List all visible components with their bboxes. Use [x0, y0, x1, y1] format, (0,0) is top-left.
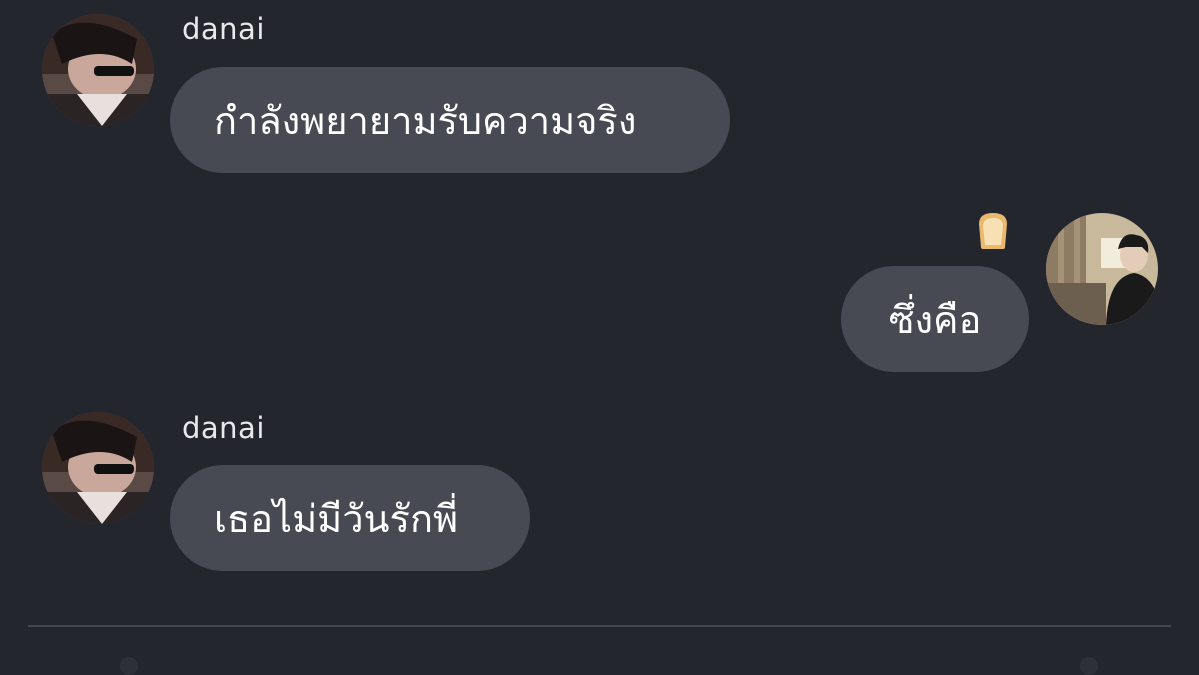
bread-icon[interactable]	[974, 210, 1012, 250]
message-text: เธอไม่มีวันรักพี่	[214, 496, 458, 541]
sender-name: danai	[182, 411, 265, 445]
cut-off-content	[1080, 657, 1098, 675]
message-bubble[interactable]: เธอไม่มีวันรักพี่	[170, 465, 530, 571]
message-bubble[interactable]: กำลังพยายามรับความจริง	[170, 67, 730, 173]
message-bubble[interactable]: ซึ่งคือ	[841, 266, 1029, 372]
avatar[interactable]	[42, 14, 154, 126]
cut-off-content	[120, 657, 138, 675]
avatar[interactable]	[1046, 213, 1158, 325]
avatar[interactable]	[42, 412, 154, 524]
divider	[28, 625, 1171, 627]
message-text: กำลังพยายามรับความจริง	[214, 98, 637, 143]
sender-name: danai	[182, 12, 265, 46]
message-text: ซึ่งคือ	[888, 297, 982, 342]
